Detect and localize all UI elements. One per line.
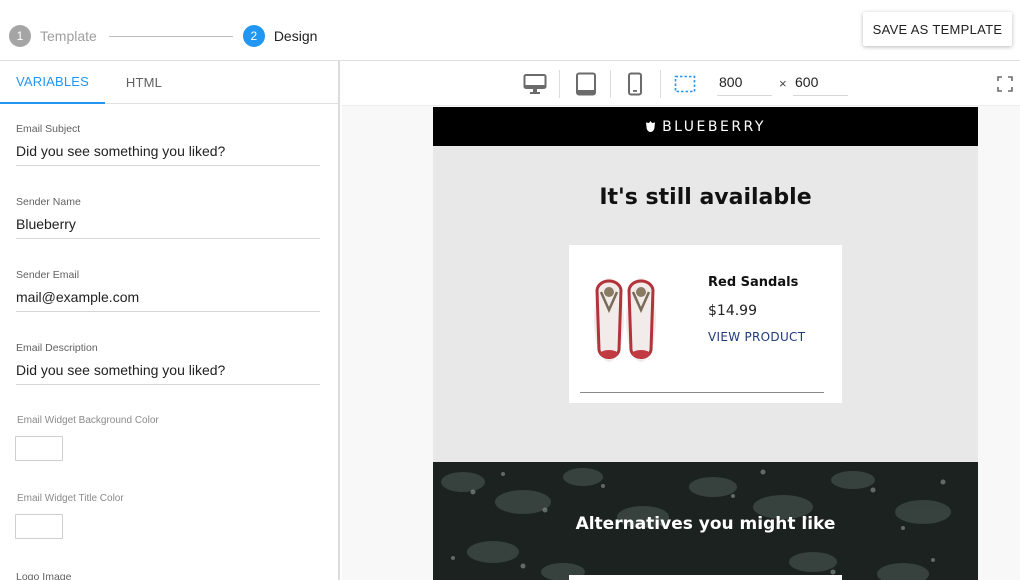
email-headline: It's still available [599,185,812,210]
email-subject-label: Email Subject [16,123,81,135]
product-image [594,278,656,362]
alternatives-title: Alternatives you might like [575,514,836,534]
panel-tabs: VARIABLES HTML [0,61,338,104]
tab-variables[interactable]: VARIABLES [0,61,105,104]
sender-email-label: Sender Email [16,269,80,281]
toolbar-divider [660,70,661,98]
view-product-link[interactable]: VIEW PRODUCT [708,330,805,344]
product-price: $14.99 [708,303,757,319]
step-1-label[interactable]: Template [40,28,97,44]
top-bar: 1 Template 2 Design SAVE AS TEMPLATE [0,0,1020,61]
sender-name-label: Sender Name [16,196,81,208]
email-preview: BLUEBERRY It's still available Red Sanda… [433,107,978,580]
widget-bg-color-swatch[interactable] [15,436,63,461]
brand-name: BLUEBERRY [662,118,766,135]
alternative-product-card [569,575,842,580]
sender-email-field: Sender Email mail@example.com [16,269,320,312]
mobile-icon[interactable] [622,71,648,97]
preview-area: 800 × 600 BLUEBERRY It's still available [342,61,1020,580]
product-name: Red Sandals [708,275,799,290]
widget-bg-color-label: Email Widget Background Color [17,415,159,426]
email-subject-input[interactable]: Did you see something you liked? [16,143,320,166]
toolbar-divider [559,70,560,98]
stepper-connector [108,35,233,37]
sender-email-input[interactable]: mail@example.com [16,289,320,312]
step-2-label[interactable]: Design [274,28,318,44]
alternatives-section: Alternatives you might like [433,462,978,580]
sender-name-field: Sender Name Blueberry [16,196,320,239]
stepper: 1 Template 2 Design [9,24,317,48]
save-as-template-button[interactable]: SAVE AS TEMPLATE [863,12,1012,46]
email-brand-bar: BLUEBERRY [433,107,978,146]
email-subject-field: Email Subject Did you see something you … [16,123,320,166]
custom-size-icon[interactable] [672,71,698,97]
tablet-icon[interactable] [573,71,599,97]
sender-name-input[interactable]: Blueberry [16,216,320,239]
email-description-field: Email Description Did you see something … [16,342,320,385]
blueberry-logo-icon [646,121,656,132]
email-description-input[interactable]: Did you see something you liked? [16,362,320,385]
step-1-number[interactable]: 1 [9,25,31,47]
widget-title-color-swatch[interactable] [15,514,63,539]
desktop-icon[interactable] [522,71,548,97]
product-card: Red Sandals $14.99 VIEW PRODUCT [569,245,842,403]
step-2-number[interactable]: 2 [242,25,265,47]
variables-panel: VARIABLES HTML Email Subject Did you see… [0,61,340,580]
widget-title-color-label: Email Widget Title Color [17,493,124,504]
height-input[interactable]: 600 [793,74,848,96]
fullscreen-icon[interactable] [997,76,1013,92]
width-input[interactable]: 800 [717,74,772,96]
logo-image-label: Logo Image [16,571,72,580]
times-sign: × [779,76,787,91]
toolbar-divider [610,70,611,98]
email-description-label: Email Description [16,342,98,354]
tab-html[interactable]: HTML [105,61,183,104]
preview-toolbar: 800 × 600 [342,61,1020,106]
card-divider [580,392,824,393]
